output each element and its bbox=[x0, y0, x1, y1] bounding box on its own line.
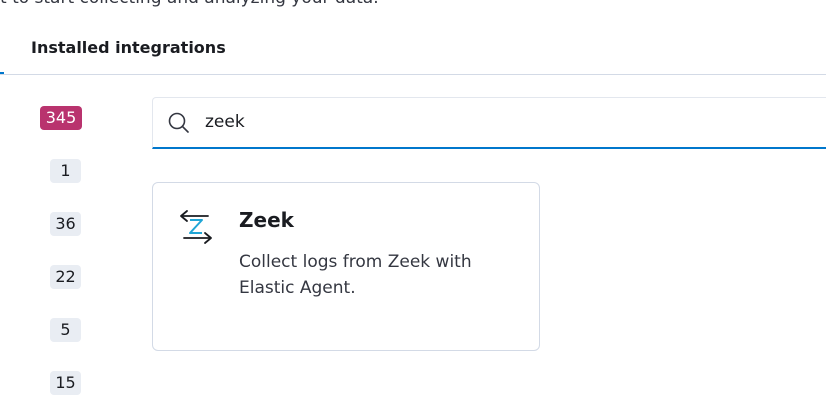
category-count-badge[interactable]: 345 bbox=[40, 106, 82, 130]
integration-title[interactable]: Zeek bbox=[239, 208, 294, 232]
category-count-badge[interactable]: 15 bbox=[50, 371, 81, 395]
page-description: t to start collecting and analyzing your… bbox=[0, 0, 379, 8]
zeek-logo-icon bbox=[180, 210, 212, 244]
category-count-badge[interactable]: 36 bbox=[50, 212, 81, 236]
search-field[interactable] bbox=[152, 97, 826, 149]
category-count-badge[interactable]: 1 bbox=[50, 159, 81, 183]
category-count-badge[interactable]: 22 bbox=[50, 265, 81, 289]
category-count-badge[interactable]: 5 bbox=[50, 318, 81, 342]
integration-description: Collect logs from Zeek with Elastic Agen… bbox=[239, 252, 472, 298]
integrations-page: t to start collecting and analyzing your… bbox=[0, 0, 826, 408]
tab-divider bbox=[0, 74, 826, 75]
search-input[interactable] bbox=[205, 108, 805, 136]
tab-bar: Installed integrations bbox=[0, 28, 826, 75]
search-icon bbox=[168, 112, 189, 133]
integration-card[interactable]: Zeek Collect logs from Zeek with Elastic… bbox=[152, 182, 540, 351]
tab-installed-integrations[interactable]: Installed integrations bbox=[31, 38, 226, 57]
